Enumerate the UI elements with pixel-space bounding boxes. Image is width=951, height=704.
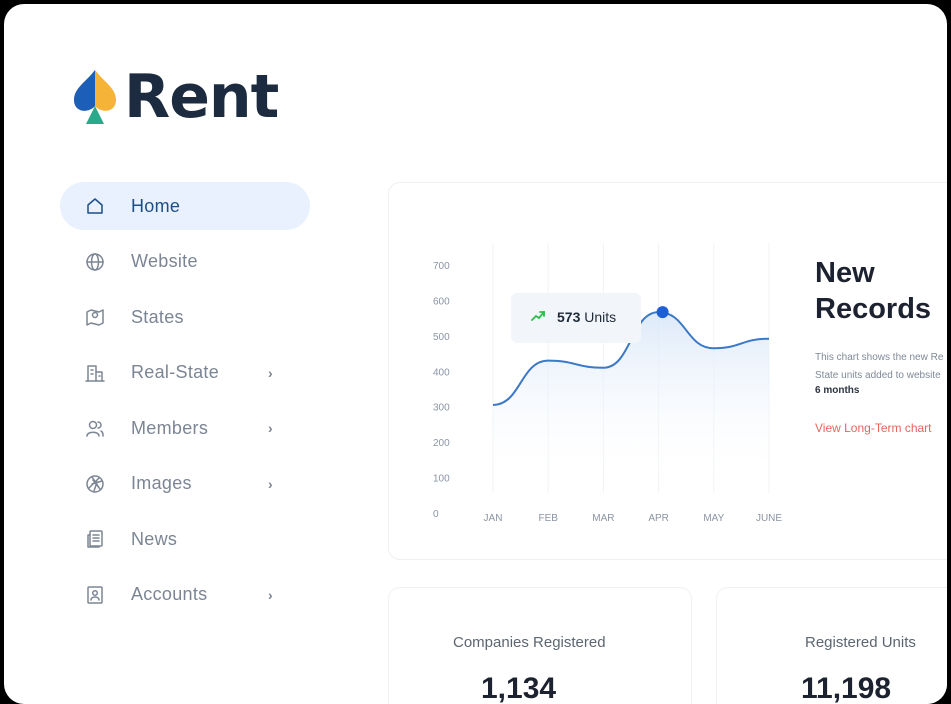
- sidebar-item-members[interactable]: Members ›: [60, 404, 310, 452]
- y-tick-label: 100: [433, 474, 450, 485]
- sidebar-item-label: Members: [131, 417, 209, 438]
- aperture-icon: [84, 473, 106, 495]
- tooltip-value: 573 Units: [557, 309, 616, 325]
- users-icon: [84, 417, 106, 439]
- y-tick-label: 500: [433, 332, 450, 343]
- x-tick-label: JAN: [484, 513, 503, 524]
- sidebar-nav: Home Website States Real-State › Members…: [60, 182, 310, 626]
- y-tick-label: 600: [433, 296, 450, 307]
- tooltip-number: 573: [557, 309, 581, 325]
- stat-title: Registered Units: [805, 634, 916, 651]
- x-tick-label: FEB: [538, 513, 558, 524]
- home-icon: [84, 195, 106, 217]
- sidebar-item-label: Accounts: [131, 584, 208, 604]
- chevron-right-icon: ›: [268, 364, 273, 381]
- sidebar-item-label: States: [131, 306, 184, 327]
- brand-logo[interactable]: Rent: [72, 62, 279, 132]
- app-window: Rent Home Website States Real-State › Me…: [4, 4, 947, 704]
- y-tick-label: 300: [433, 403, 450, 414]
- x-tick-label: JUNE: [756, 513, 782, 524]
- y-tick-label: 400: [433, 367, 450, 378]
- globe-icon: [84, 251, 106, 273]
- brand-name: Rent: [124, 62, 279, 132]
- x-tick-label: MAY: [703, 513, 724, 524]
- sidebar-item-label: Real-State: [131, 362, 220, 382]
- x-tick-label: MAR: [592, 513, 614, 524]
- sidebar-item-label: Home: [131, 195, 181, 216]
- sidebar-item-label: Images: [131, 473, 192, 493]
- records-title: New Records: [815, 257, 932, 325]
- highlight-point[interactable]: [656, 306, 669, 319]
- x-tick-label: APR: [648, 513, 669, 524]
- sidebar-item-label: News: [131, 528, 178, 549]
- y-tick-label: 0: [433, 509, 439, 520]
- y-tick-label: 200: [433, 438, 450, 449]
- tooltip-unit: Units: [584, 309, 617, 325]
- sidebar-item-accounts[interactable]: Accounts ›: [60, 571, 310, 619]
- y-tick-label: 700: [433, 261, 450, 272]
- sidebar-item-news[interactable]: News: [60, 515, 310, 563]
- sidebar-item-label: Website: [131, 251, 198, 271]
- building-icon: [84, 362, 106, 384]
- chevron-right-icon: ›: [268, 586, 273, 603]
- chevron-right-icon: ›: [268, 420, 273, 436]
- spade-logo-icon: [74, 70, 116, 124]
- stat-title: Companies Registered: [453, 634, 606, 651]
- stat-value: 1,134: [481, 672, 557, 704]
- chart-tooltip: 573 Units: [511, 293, 641, 343]
- id-card-icon: [84, 584, 106, 606]
- stat-value: 11,198: [801, 672, 892, 704]
- sidebar-item-home[interactable]: Home: [60, 182, 310, 230]
- sidebar-item-images[interactable]: Images ›: [60, 460, 310, 508]
- registered-units-card: Registered Units 11,198: [716, 587, 947, 704]
- sidebar-item-states[interactable]: States: [60, 293, 310, 341]
- map-pin-icon: [84, 306, 106, 328]
- sidebar-item-real-state[interactable]: Real-State ›: [60, 349, 310, 397]
- records-period: 6 months: [815, 385, 860, 396]
- companies-registered-card: Companies Registered 1,134: [388, 587, 692, 704]
- records-description: This chart shows the new Re State units …: [815, 352, 944, 381]
- view-long-term-chart-link[interactable]: View Long-Term chart: [815, 421, 932, 435]
- newspaper-icon: [84, 528, 106, 550]
- trending-up-icon: [531, 311, 545, 321]
- chevron-right-icon: ›: [268, 475, 273, 492]
- new-records-card: 0 100 200 300 400 500 600 700 JAN FEB MAR APR MAY JU…: [388, 182, 947, 560]
- sidebar-item-website[interactable]: Website: [60, 238, 310, 286]
